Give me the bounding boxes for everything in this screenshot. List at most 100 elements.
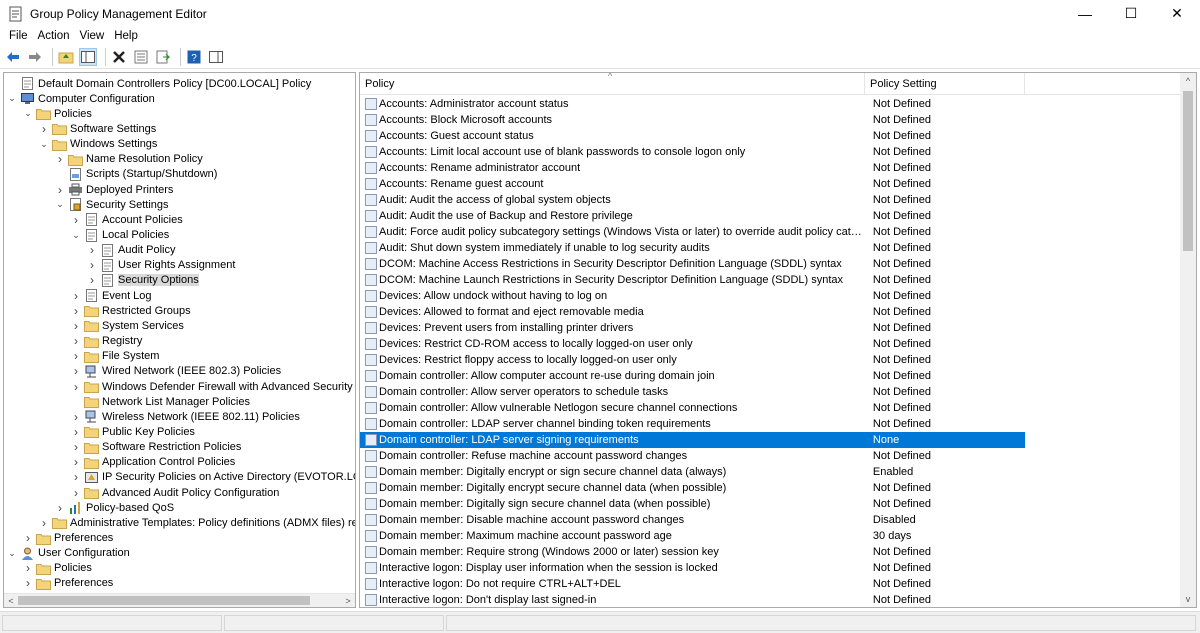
expand-icon[interactable]: › xyxy=(71,425,81,439)
collapse-icon[interactable]: ⌄ xyxy=(55,199,65,210)
tree-node[interactable]: Network List Manager Policies xyxy=(71,394,250,409)
expand-icon[interactable]: › xyxy=(71,334,81,348)
tree-node[interactable]: › Preferences xyxy=(23,531,113,546)
tree-node[interactable]: › Advanced Audit Policy Configuration xyxy=(71,485,279,500)
expand-icon[interactable]: › xyxy=(23,576,33,590)
tree-node[interactable]: ⌄ Computer Configuration xyxy=(7,91,155,106)
tree-node[interactable]: › System Services xyxy=(71,318,184,333)
expand-icon[interactable]: › xyxy=(71,349,81,363)
policy-row[interactable]: Accounts: Limit local account use of bla… xyxy=(360,144,1025,160)
tree-node[interactable]: ⌄ User Configuration xyxy=(7,546,130,561)
tree-horizontal-scrollbar[interactable]: < > xyxy=(4,593,355,607)
expand-icon[interactable]: › xyxy=(71,364,81,378)
expand-icon[interactable]: › xyxy=(87,273,97,287)
policy-row[interactable]: Domain controller: Allow server operator… xyxy=(360,384,1025,400)
policy-row[interactable]: Devices: Prevent users from installing p… xyxy=(360,320,1025,336)
expand-icon[interactable]: › xyxy=(71,455,81,469)
expand-icon[interactable]: › xyxy=(87,258,97,272)
policy-row[interactable]: Accounts: Guest account status Not Define… xyxy=(360,128,1025,144)
up-folder-button[interactable] xyxy=(57,48,75,66)
expand-icon[interactable]: › xyxy=(71,440,81,454)
tree-node[interactable]: › Software Settings xyxy=(39,121,156,136)
expand-icon[interactable]: › xyxy=(87,243,97,257)
policy-row[interactable]: Accounts: Block Microsoft accounts Not De… xyxy=(360,112,1025,128)
expand-icon[interactable]: › xyxy=(39,516,49,530)
expand-icon[interactable]: › xyxy=(55,501,65,515)
scroll-thumb[interactable] xyxy=(18,596,310,605)
show-action-pane-button[interactable] xyxy=(207,48,225,66)
expand-icon[interactable]: › xyxy=(71,289,81,303)
collapse-icon[interactable]: ⌄ xyxy=(23,108,33,119)
menu-file[interactable]: File xyxy=(4,30,33,42)
policy-row[interactable]: Accounts: Rename guest account Not Define… xyxy=(360,176,1025,192)
expand-icon[interactable]: › xyxy=(71,486,81,500)
policy-row[interactable]: Devices: Restrict floppy access to local… xyxy=(360,352,1025,368)
policy-row[interactable]: Domain member: Require strong (Windows 2… xyxy=(360,544,1025,560)
scroll-right-icon[interactable]: > xyxy=(341,594,355,607)
collapse-icon[interactable]: ⌄ xyxy=(39,139,49,150)
tree-node[interactable]: › Policies xyxy=(23,561,92,576)
menu-help[interactable]: Help xyxy=(109,30,143,42)
collapse-icon[interactable]: ⌄ xyxy=(71,230,81,241)
column-header-policy-setting[interactable]: Policy Setting xyxy=(865,73,1025,95)
tree-node[interactable]: › IP Security Policies on Active Director… xyxy=(71,470,355,485)
tree-node[interactable]: › Administrative Templates: Policy defini… xyxy=(39,515,355,530)
expand-icon[interactable]: › xyxy=(23,531,33,545)
menu-action[interactable]: Action xyxy=(33,30,75,42)
scroll-left-icon[interactable]: < xyxy=(4,594,18,607)
tree-node[interactable]: › Registry xyxy=(71,334,142,349)
policy-row[interactable]: Domain controller: Allow computer accoun… xyxy=(360,368,1025,384)
policy-row[interactable]: Domain member: Maximum machine account p… xyxy=(360,528,1025,544)
menu-view[interactable]: View xyxy=(75,30,110,42)
forward-button[interactable] xyxy=(26,48,44,66)
policy-row[interactable]: Domain controller: LDAP server signing r… xyxy=(360,432,1025,448)
policy-row[interactable]: Domain controller: Allow vulnerable Netl… xyxy=(360,400,1025,416)
policy-row[interactable]: Accounts: Administrator account status No… xyxy=(360,96,1025,112)
tree-node[interactable]: › User Rights Assignment xyxy=(87,258,235,273)
tree-node[interactable]: ⌄ Policies xyxy=(23,106,92,121)
tree-node[interactable]: › Public Key Policies xyxy=(71,424,195,439)
tree-node[interactable]: › Deployed Printers xyxy=(55,182,173,197)
tree-node[interactable]: › Account Policies xyxy=(71,212,183,227)
policy-row[interactable]: Domain controller: LDAP server channel b… xyxy=(360,416,1025,432)
policy-row[interactable]: Domain member: Digitally sign secure cha… xyxy=(360,496,1025,512)
policy-row[interactable]: Domain member: Disable machine account p… xyxy=(360,512,1025,528)
back-button[interactable] xyxy=(4,48,22,66)
tree-node[interactable]: › Security Options xyxy=(87,273,199,288)
expand-icon[interactable]: › xyxy=(71,213,81,227)
export-list-button[interactable] xyxy=(154,48,172,66)
expand-icon[interactable]: › xyxy=(71,410,81,424)
tree-node[interactable]: › Preferences xyxy=(23,576,113,591)
tree-node[interactable]: › Name Resolution Policy xyxy=(55,152,203,167)
tree-node[interactable]: ⌄ Local Policies xyxy=(71,228,169,243)
tree-node[interactable]: ⌄ Security Settings xyxy=(55,197,169,212)
tree-node[interactable]: Scripts (Startup/Shutdown) xyxy=(55,167,217,182)
tree-node[interactable]: › Application Control Policies xyxy=(71,455,235,470)
policy-row[interactable]: Devices: Restrict CD-ROM access to local… xyxy=(360,336,1025,352)
policy-row[interactable]: Accounts: Rename administrator account No… xyxy=(360,160,1025,176)
tree-node[interactable]: › Event Log xyxy=(71,288,152,303)
expand-icon[interactable]: › xyxy=(55,152,65,166)
policy-row[interactable]: Domain member: Digitally encrypt or sign… xyxy=(360,464,1025,480)
tree-node[interactable]: › File System xyxy=(71,349,159,364)
tree-node[interactable]: › Restricted Groups xyxy=(71,303,191,318)
policy-row[interactable]: Domain member: Digitally encrypt secure … xyxy=(360,480,1025,496)
policy-row[interactable]: Interactive logon: Display user informat… xyxy=(360,560,1025,576)
policy-row[interactable]: Audit: Audit the access of global system… xyxy=(360,192,1025,208)
policy-row[interactable]: DCOM: Machine Launch Restrictions in Sec… xyxy=(360,272,1025,288)
policy-row[interactable]: Audit: Audit the use of Backup and Resto… xyxy=(360,208,1025,224)
policy-row[interactable]: Domain controller: Refuse machine accoun… xyxy=(360,448,1025,464)
scroll-thumb[interactable] xyxy=(1183,91,1193,251)
column-header-policy[interactable]: Policy ^ xyxy=(360,73,865,95)
help-button[interactable]: ? xyxy=(185,48,203,66)
tree-node[interactable]: Default Domain Controllers Policy [DC00.… xyxy=(7,76,311,91)
policy-row[interactable]: Devices: Allowed to format and eject rem… xyxy=(360,304,1025,320)
expand-icon[interactable]: › xyxy=(71,380,81,394)
policy-row[interactable]: Devices: Allow undock without having to … xyxy=(360,288,1025,304)
delete-button[interactable] xyxy=(110,48,128,66)
policy-row[interactable]: Audit: Shut down system immediately if u… xyxy=(360,240,1025,256)
expand-icon[interactable]: › xyxy=(23,561,33,575)
policy-row[interactable]: Audit: Force audit policy subcategory se… xyxy=(360,224,1025,240)
minimize-button[interactable]: — xyxy=(1062,0,1108,27)
expand-icon[interactable]: › xyxy=(71,470,81,484)
